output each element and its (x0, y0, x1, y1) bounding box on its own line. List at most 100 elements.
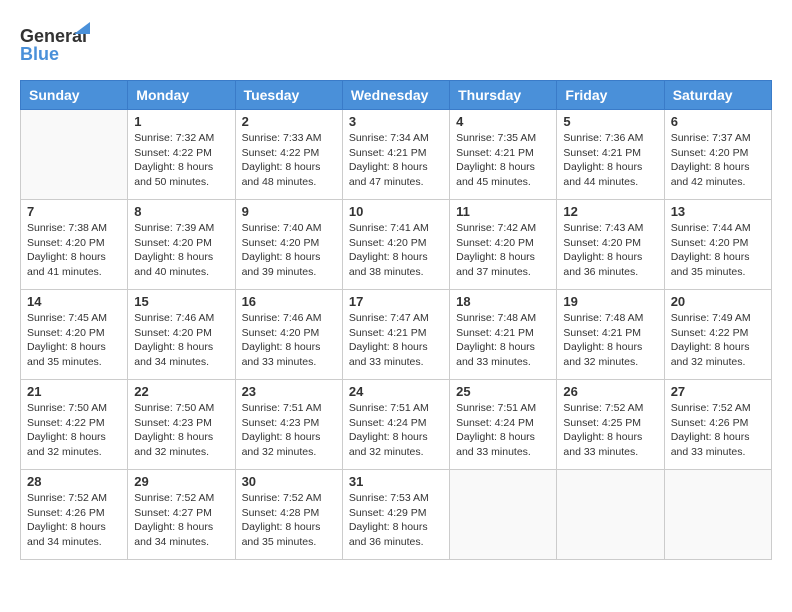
day-number: 6 (671, 114, 765, 129)
day-header-saturday: Saturday (664, 81, 771, 110)
day-info: Sunrise: 7:44 AM Sunset: 4:20 PM Dayligh… (671, 221, 765, 280)
day-number: 10 (349, 204, 443, 219)
day-number: 11 (456, 204, 550, 219)
day-number: 7 (27, 204, 121, 219)
calendar-cell: 27 Sunrise: 7:52 AM Sunset: 4:26 PM Dayli… (664, 380, 771, 470)
day-number: 2 (242, 114, 336, 129)
calendar-cell (664, 470, 771, 560)
day-number: 3 (349, 114, 443, 129)
calendar-cell: 9 Sunrise: 7:40 AM Sunset: 4:20 PM Daylig… (235, 200, 342, 290)
day-number: 13 (671, 204, 765, 219)
calendar-cell: 20Sunrise: 7:49 AM Sunset: 4:22 PM Dayli… (664, 290, 771, 380)
calendar-week-2: 7 Sunrise: 7:38 AM Sunset: 4:20 PM Daylig… (21, 200, 772, 290)
day-number: 24 (349, 384, 443, 399)
calendar-table: SundayMondayTuesdayWednesdayThursdayFrid… (20, 80, 772, 560)
day-info: Sunrise: 7:52 AM Sunset: 4:27 PM Dayligh… (134, 491, 228, 550)
calendar-cell: 1 Sunrise: 7:32 AM Sunset: 4:22 PM Daylig… (128, 110, 235, 200)
day-header-wednesday: Wednesday (342, 81, 449, 110)
calendar-cell: 4 Sunrise: 7:35 AM Sunset: 4:21 PM Daylig… (450, 110, 557, 200)
day-info: Sunrise: 7:34 AM Sunset: 4:21 PM Dayligh… (349, 131, 443, 190)
day-info: Sunrise: 7:49 AM Sunset: 4:22 PM Dayligh… (671, 311, 765, 370)
calendar-cell: 17 Sunrise: 7:47 AM Sunset: 4:21 PM Dayli… (342, 290, 449, 380)
logo-icon: General Blue (20, 20, 90, 70)
calendar-cell: 16 Sunrise: 7:46 AM Sunset: 4:20 PM Dayli… (235, 290, 342, 380)
calendar-cell: 18 Sunrise: 7:48 AM Sunset: 4:21 PM Dayli… (450, 290, 557, 380)
day-info: Sunrise: 7:52 AM Sunset: 4:26 PM Dayligh… (671, 401, 765, 460)
day-info: Sunrise: 7:37 AM Sunset: 4:20 PM Dayligh… (671, 131, 765, 190)
logo: General Blue (20, 20, 90, 70)
day-number: 28 (27, 474, 121, 489)
day-info: Sunrise: 7:53 AM Sunset: 4:29 PM Dayligh… (349, 491, 443, 550)
day-info: Sunrise: 7:50 AM Sunset: 4:22 PM Dayligh… (27, 401, 121, 460)
day-info: Sunrise: 7:35 AM Sunset: 4:21 PM Dayligh… (456, 131, 550, 190)
day-info: Sunrise: 7:38 AM Sunset: 4:20 PM Dayligh… (27, 221, 121, 280)
day-number: 12 (563, 204, 657, 219)
calendar-cell: 26 Sunrise: 7:52 AM Sunset: 4:25 PM Dayli… (557, 380, 664, 470)
calendar-cell: 15 Sunrise: 7:46 AM Sunset: 4:20 PM Dayli… (128, 290, 235, 380)
day-header-tuesday: Tuesday (235, 81, 342, 110)
day-number: 21 (27, 384, 121, 399)
calendar-cell: 6 Sunrise: 7:37 AM Sunset: 4:20 PM Daylig… (664, 110, 771, 200)
day-info: Sunrise: 7:36 AM Sunset: 4:21 PM Dayligh… (563, 131, 657, 190)
page-header: General Blue (20, 20, 772, 70)
calendar-cell (557, 470, 664, 560)
day-info: Sunrise: 7:41 AM Sunset: 4:20 PM Dayligh… (349, 221, 443, 280)
calendar-cell: 11 Sunrise: 7:42 AM Sunset: 4:20 PM Dayli… (450, 200, 557, 290)
day-number: 8 (134, 204, 228, 219)
day-number: 27 (671, 384, 765, 399)
day-number: 5 (563, 114, 657, 129)
day-number: 31 (349, 474, 443, 489)
calendar-cell: 19Sunrise: 7:48 AM Sunset: 4:21 PM Dayli… (557, 290, 664, 380)
day-info: Sunrise: 7:48 AM Sunset: 4:21 PM Dayligh… (456, 311, 550, 370)
day-number: 18 (456, 294, 550, 309)
calendar-week-1: 1 Sunrise: 7:32 AM Sunset: 4:22 PM Daylig… (21, 110, 772, 200)
calendar-cell: 14Sunrise: 7:45 AM Sunset: 4:20 PM Dayli… (21, 290, 128, 380)
day-number: 26 (563, 384, 657, 399)
day-header-sunday: Sunday (21, 81, 128, 110)
day-info: Sunrise: 7:51 AM Sunset: 4:24 PM Dayligh… (456, 401, 550, 460)
calendar-cell (21, 110, 128, 200)
day-info: Sunrise: 7:52 AM Sunset: 4:26 PM Dayligh… (27, 491, 121, 550)
day-header-monday: Monday (128, 81, 235, 110)
calendar-cell: 3 Sunrise: 7:34 AM Sunset: 4:21 PM Daylig… (342, 110, 449, 200)
day-info: Sunrise: 7:48 AM Sunset: 4:21 PM Dayligh… (563, 311, 657, 370)
calendar-cell (450, 470, 557, 560)
day-info: Sunrise: 7:46 AM Sunset: 4:20 PM Dayligh… (134, 311, 228, 370)
day-info: Sunrise: 7:32 AM Sunset: 4:22 PM Dayligh… (134, 131, 228, 190)
day-info: Sunrise: 7:33 AM Sunset: 4:22 PM Dayligh… (242, 131, 336, 190)
calendar-cell: 13 Sunrise: 7:44 AM Sunset: 4:20 PM Dayli… (664, 200, 771, 290)
day-number: 17 (349, 294, 443, 309)
day-info: Sunrise: 7:46 AM Sunset: 4:20 PM Dayligh… (242, 311, 336, 370)
calendar-cell: 23 Sunrise: 7:51 AM Sunset: 4:23 PM Dayli… (235, 380, 342, 470)
day-info: Sunrise: 7:51 AM Sunset: 4:23 PM Dayligh… (242, 401, 336, 460)
day-number: 16 (242, 294, 336, 309)
calendar-cell: 8Sunrise: 7:39 AM Sunset: 4:20 PM Daylig… (128, 200, 235, 290)
day-number: 15 (134, 294, 228, 309)
day-number: 29 (134, 474, 228, 489)
calendar-cell: 25 Sunrise: 7:51 AM Sunset: 4:24 PM Dayli… (450, 380, 557, 470)
calendar-cell: 28 Sunrise: 7:52 AM Sunset: 4:26 PM Dayli… (21, 470, 128, 560)
calendar-header-row: SundayMondayTuesdayWednesdayThursdayFrid… (21, 81, 772, 110)
calendar-cell: 29 Sunrise: 7:52 AM Sunset: 4:27 PM Dayli… (128, 470, 235, 560)
day-number: 30 (242, 474, 336, 489)
day-info: Sunrise: 7:43 AM Sunset: 4:20 PM Dayligh… (563, 221, 657, 280)
day-info: Sunrise: 7:47 AM Sunset: 4:21 PM Dayligh… (349, 311, 443, 370)
day-info: Sunrise: 7:50 AM Sunset: 4:23 PM Dayligh… (134, 401, 228, 460)
calendar-week-5: 28 Sunrise: 7:52 AM Sunset: 4:26 PM Dayli… (21, 470, 772, 560)
day-header-thursday: Thursday (450, 81, 557, 110)
calendar-cell: 31 Sunrise: 7:53 AM Sunset: 4:29 PM Dayli… (342, 470, 449, 560)
calendar-cell: 5 Sunrise: 7:36 AM Sunset: 4:21 PM Daylig… (557, 110, 664, 200)
day-number: 23 (242, 384, 336, 399)
day-info: Sunrise: 7:51 AM Sunset: 4:24 PM Dayligh… (349, 401, 443, 460)
svg-text:Blue: Blue (20, 44, 59, 64)
day-info: Sunrise: 7:52 AM Sunset: 4:25 PM Dayligh… (563, 401, 657, 460)
day-number: 9 (242, 204, 336, 219)
day-info: Sunrise: 7:42 AM Sunset: 4:20 PM Dayligh… (456, 221, 550, 280)
calendar-cell: 2 Sunrise: 7:33 AM Sunset: 4:22 PM Daylig… (235, 110, 342, 200)
day-number: 4 (456, 114, 550, 129)
day-info: Sunrise: 7:52 AM Sunset: 4:28 PM Dayligh… (242, 491, 336, 550)
day-info: Sunrise: 7:40 AM Sunset: 4:20 PM Dayligh… (242, 221, 336, 280)
calendar-cell: 7 Sunrise: 7:38 AM Sunset: 4:20 PM Daylig… (21, 200, 128, 290)
day-number: 1 (134, 114, 228, 129)
day-number: 25 (456, 384, 550, 399)
